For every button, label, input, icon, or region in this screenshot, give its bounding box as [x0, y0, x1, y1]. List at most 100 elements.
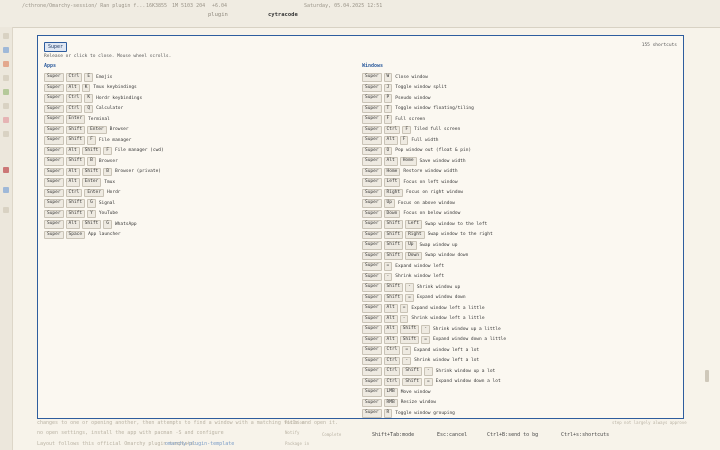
key-cap: Ctrl	[383, 346, 401, 355]
window-shortcut-row: Super T Toggle window floating/tiling	[362, 104, 506, 115]
window-shortcut-row: Super Alt Home Save window width	[362, 156, 506, 167]
shortcut-description: Shrink window left a little	[411, 316, 485, 322]
key-cap: Super	[362, 125, 382, 134]
shortcut-description: Expand window left	[395, 263, 445, 269]
key-cap: -	[421, 325, 430, 334]
key-cap: Super	[362, 314, 382, 323]
shortcut-description: Focus on left window	[403, 179, 458, 185]
key-cap: Left	[383, 178, 401, 187]
app-icon[interactable]	[3, 207, 9, 213]
window-shortcut-row: Super LMB Move window	[362, 387, 506, 398]
key-cap: Super	[362, 94, 382, 103]
key-cap: R	[383, 409, 393, 418]
key-cap: Shift	[65, 209, 86, 218]
app-icon[interactable]	[3, 167, 9, 173]
app-icon[interactable]	[3, 75, 9, 81]
key-cap: Enter	[65, 115, 86, 124]
app-icon[interactable]	[3, 117, 9, 123]
key-cap: Ctrl	[383, 356, 401, 365]
shortcut-description: File manager	[98, 137, 132, 143]
app-icon[interactable]	[3, 103, 9, 109]
shortcut-description: Shrink window left a lot	[414, 358, 480, 364]
shortcut-overlay[interactable]: Super 155 shortcuts Release or click to …	[37, 35, 684, 419]
app-icon[interactable]	[3, 47, 9, 53]
app-icon[interactable]	[3, 33, 9, 39]
key-cap: Shift	[399, 335, 420, 344]
bg-text-line: no open settings, install the app with p…	[37, 430, 224, 436]
key-cap: Super	[362, 356, 382, 365]
overlay-hint: Release or click to close. Mouse wheel s…	[44, 54, 172, 59]
key-cap: =	[423, 377, 433, 386]
key-cap: Super	[362, 136, 382, 145]
window-shortcut-row: Super RMB Resize window	[362, 398, 506, 409]
topbar-stat: 1M 5103 204	[172, 3, 206, 9]
key-cap: Alt	[65, 83, 80, 92]
shortcut-description: Restore window width	[403, 169, 458, 175]
shortcut-description: Terminal	[88, 116, 110, 122]
app-icon[interactable]	[3, 89, 9, 95]
window-shortcut-row: Super - Shrink window left	[362, 272, 506, 283]
key-cap: Super	[44, 115, 64, 124]
key-cap: Right	[405, 230, 425, 239]
shortcut-description: Hordr keybindings	[96, 95, 143, 101]
scrollbar-thumb[interactable]	[705, 370, 709, 382]
key-cap: Super	[362, 241, 382, 250]
top-bar: /cthrone/Omarchy-session/ Ran plugin f..…	[0, 0, 720, 28]
status-bar: Shift+Tab:mode Esc:cancel Ctrl+B:send to…	[265, 426, 720, 450]
window-shortcut-row: Super = Expand window left	[362, 261, 506, 272]
shortcut-description: Tmux keybindings	[93, 85, 137, 91]
key-cap: Q	[84, 104, 94, 113]
window-shortcut-row: Super Shift Down Swap window down	[362, 251, 506, 262]
shortcut-description: YouTube	[98, 211, 118, 217]
shortcut-description: Toggle window grouping	[395, 410, 455, 416]
shortcut-description: Toggle window split	[395, 85, 447, 91]
key-cap: Super	[44, 220, 64, 229]
key-cap: Shift	[65, 125, 86, 134]
app-sidebar	[0, 27, 13, 450]
bg-link[interactable]: omarchy-plugin-template	[165, 441, 234, 447]
window-shortcut-row: Super Ctrl - Shrink window left a lot	[362, 356, 506, 367]
key-cap: Super	[44, 167, 64, 176]
shortcut-description: Swap window down	[424, 253, 469, 259]
window-shortcut-row: Super Alt = Expand window left a little	[362, 303, 506, 314]
window-shortcut-row: Super Shift Right Swap window to the right	[362, 230, 506, 241]
shortcut-description: Tmux	[104, 179, 116, 185]
app-icon[interactable]	[3, 131, 9, 137]
key-cap: Home	[383, 167, 401, 176]
key-cap: Alt	[65, 146, 80, 155]
window-shortcut-row: Super Home Restore window width	[362, 167, 506, 178]
key-cap: Super	[362, 388, 382, 397]
key-cap: -	[423, 367, 433, 376]
shortcut-description: Save window width	[419, 158, 466, 164]
tab-cytracode[interactable]: cytracode	[268, 12, 298, 24]
key-cap: Alt	[383, 157, 398, 166]
shortcut-description: Close window	[395, 74, 428, 80]
app-icon[interactable]	[3, 61, 9, 67]
key-cap: Super	[362, 325, 382, 334]
key-cap: Super	[362, 335, 382, 344]
key-cap: E	[84, 73, 94, 82]
key-cap: Super	[44, 146, 64, 155]
key-cap: Shift	[65, 199, 86, 208]
window-shortcut-row: Super Right Focus on right window	[362, 188, 506, 199]
key-cap: Super	[44, 157, 64, 166]
status-send-bg: Ctrl+B:send to bg	[487, 432, 539, 438]
key-cap: Super	[362, 230, 382, 239]
key-cap: Shift	[402, 377, 422, 386]
key-cap: Super	[362, 272, 382, 281]
app-icon[interactable]	[3, 187, 9, 193]
key-cap: T	[383, 104, 393, 113]
key-cap: Super	[362, 199, 382, 208]
app-shortcut-row: Super Alt Shift G WhatsApp	[44, 219, 164, 230]
shortcut-description: App launcher	[88, 232, 121, 238]
tab-plugin[interactable]: plugin	[208, 12, 228, 24]
key-cap: Ctrl	[65, 73, 83, 82]
key-cap: Enter	[84, 188, 104, 197]
shortcut-description: Full width	[411, 137, 439, 143]
apps-list: Super Ctrl E Emojis Super Alt K Tmux keybinding…	[44, 72, 164, 240]
shortcut-description: Shrink window left	[395, 274, 445, 280]
key-cap: Ctrl	[383, 125, 401, 134]
shortcut-description: Browser (private)	[114, 169, 162, 175]
key-cap: Y	[87, 209, 96, 218]
app-shortcut-row: Super Ctrl Q Calculator	[44, 104, 164, 115]
